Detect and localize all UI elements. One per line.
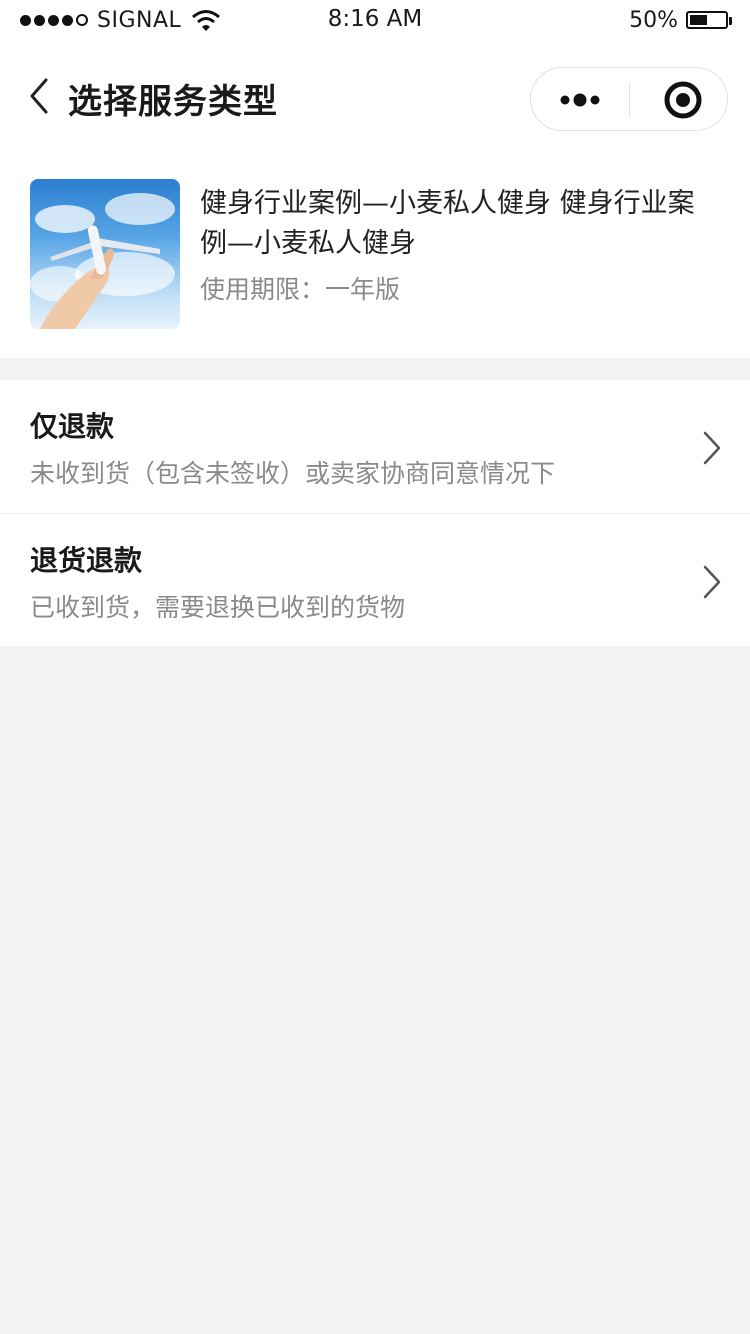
miniprogram-capsule <box>530 67 728 131</box>
option-description: 已收到货，需要退换已收到的货物 <box>30 593 406 622</box>
status-bar: SIGNAL 8:16 AM 50% <box>0 0 750 40</box>
page-title: 选择服务类型 <box>68 82 278 122</box>
product-card: 健身行业案例—小麦私人健身 健身行业案例—小麦私人健身 使用期限：一年版 <box>0 152 750 358</box>
product-thumbnail <box>30 179 180 329</box>
battery-nub <box>729 17 732 25</box>
product-name: 健身行业案例—小麦私人健身 健身行业案例—小麦私人健身 <box>200 188 695 259</box>
nav-bar: 选择服务类型 <box>0 40 750 152</box>
capsule-divider <box>629 82 630 118</box>
battery-percent: 50% <box>629 7 678 33</box>
target-circle-icon[interactable] <box>663 80 703 120</box>
service-type-list: 仅退款 未收到货（包含未签收）或卖家协商同意情况下 退货退款 已收到货，需要退换… <box>0 380 750 646</box>
battery-icon <box>686 11 732 29</box>
option-title: 退货退款 <box>30 544 143 577</box>
airplane-image <box>30 193 175 329</box>
battery-group: 50% <box>629 7 732 33</box>
product-term: 使用期限：一年版 <box>200 275 401 304</box>
more-dots-icon[interactable] <box>559 88 601 112</box>
chevron-left-icon[interactable] <box>22 76 56 116</box>
chevron-right-icon <box>703 565 721 599</box>
option-description: 未收到货（包含未签收）或卖家协商同意情况下 <box>30 459 556 488</box>
option-return-refund[interactable]: 退货退款 已收到货，需要退换已收到的货物 <box>0 513 750 646</box>
option-title: 仅退款 <box>30 410 115 443</box>
option-refund-only[interactable]: 仅退款 未收到货（包含未签收）或卖家协商同意情况下 <box>0 380 750 513</box>
chevron-right-icon <box>703 431 721 465</box>
battery-fill <box>690 15 707 25</box>
